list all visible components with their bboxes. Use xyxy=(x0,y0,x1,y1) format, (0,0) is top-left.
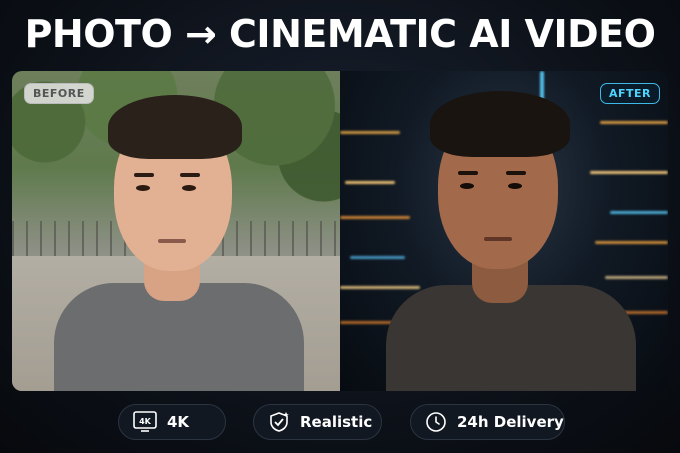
person-after xyxy=(340,71,668,391)
badge-4k: 4K 4K xyxy=(118,404,226,440)
before-label: BEFORE xyxy=(24,83,94,104)
badge-label: 24h Delivery xyxy=(457,413,564,431)
badge-label: Realistic xyxy=(300,413,373,431)
feature-badges: 4K 4K Realistic 24h Delivery xyxy=(0,404,680,440)
4k-icon: 4K xyxy=(133,411,157,433)
badge-label: 4K xyxy=(167,413,190,431)
badge-delivery: 24h Delivery xyxy=(410,404,565,440)
svg-text:4K: 4K xyxy=(139,417,152,426)
headline: PHOTO → CINEMATIC AI VIDEO xyxy=(24,12,656,56)
after-photo xyxy=(340,71,668,391)
badge-realistic: Realistic xyxy=(253,404,382,440)
clock-icon xyxy=(425,411,447,433)
after-label: AFTER xyxy=(600,83,661,104)
shield-check-icon xyxy=(268,411,290,433)
before-photo xyxy=(12,71,340,391)
person-before xyxy=(12,71,340,391)
